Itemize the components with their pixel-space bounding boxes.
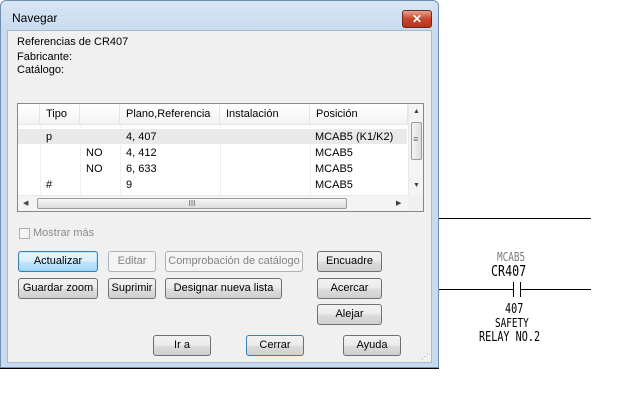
vertical-scrollbar[interactable]: ▲ ≡ ▼	[408, 104, 423, 195]
horizontal-scrollbar[interactable]: ◀ III ▶	[18, 195, 408, 211]
close-icon: ✕	[411, 12, 423, 26]
column-header-tipo[interactable]: Tipo	[40, 104, 80, 125]
desc-line-2: RELAY NO.2	[479, 330, 541, 345]
dialog-body: Referencias de CR407 Fabricante: Catálog…	[7, 30, 432, 363]
device-tag: CR407	[491, 262, 527, 280]
wire-top	[439, 218, 591, 219]
vertical-scroll-thumb[interactable]: ≡	[411, 122, 422, 160]
ref-number: 407	[505, 302, 524, 317]
scroll-down-icon[interactable]: ▼	[413, 182, 420, 189]
references-list[interactable]: Tipo Plano,Referencia Instalación Posici…	[17, 103, 424, 212]
cell-extra: NO	[86, 147, 103, 159]
show-more-checkbox[interactable]	[19, 228, 30, 239]
column-header-plano-referencia[interactable]: Plano,Referencia	[120, 104, 220, 125]
ayuda-button[interactable]: Ayuda	[343, 335, 401, 356]
cell-tipo: #	[46, 179, 53, 191]
cell-posicion: MCAB5	[315, 179, 353, 191]
cell-referencia: 6, 633	[126, 163, 157, 175]
cell-referencia: 4, 407	[126, 131, 157, 143]
desc-line-1: SAFETY	[495, 316, 529, 330]
cell-posicion: MCAB5 (K1/K2)	[315, 131, 394, 143]
editar-button[interactable]: Editar	[108, 251, 156, 272]
close-button[interactable]: ✕	[402, 10, 432, 28]
cerrar-button[interactable]: Cerrar	[246, 335, 304, 356]
table-row[interactable]: NO 4, 412 MCAB5	[18, 145, 407, 160]
ir-a-button[interactable]: Ir a	[153, 335, 211, 356]
grip-icon: ≡	[413, 134, 419, 144]
comprobacion-catalogo-button[interactable]: Comprobación de catálogo	[165, 251, 303, 272]
references-title: Referencias de CR407	[17, 36, 129, 48]
column-header-extra[interactable]	[80, 104, 120, 125]
cell-posicion: MCAB5	[315, 163, 353, 175]
suprimir-button[interactable]: Suprimir	[108, 278, 156, 299]
cell-tipo: p	[46, 131, 53, 143]
guardar-zoom-button[interactable]: Guardar zoom	[18, 278, 98, 299]
dialog-title: Navegar	[12, 11, 58, 25]
acercar-button[interactable]: Acercar	[317, 278, 382, 299]
column-header-posicion[interactable]: Posición	[310, 104, 408, 125]
wire-contact-right	[521, 289, 591, 290]
cell-referencia: 9	[126, 179, 133, 191]
contact-bar-left	[513, 282, 514, 297]
column-header-blank[interactable]	[18, 104, 40, 125]
resize-grip-icon[interactable]: ⋰	[421, 353, 430, 362]
scroll-left-icon[interactable]: ◀	[23, 199, 28, 207]
table-row[interactable]: # 9 MCAB5	[18, 177, 407, 192]
designar-nueva-lista-button[interactable]: Designar nueva lista	[165, 278, 282, 299]
column-header-instalacion[interactable]: Instalación	[220, 104, 310, 125]
manufacturer-label: Fabricante:	[17, 51, 73, 63]
scrollbar-corner	[408, 195, 423, 211]
grip-icon: III	[188, 199, 196, 208]
horizontal-scroll-thumb[interactable]: III	[37, 198, 347, 209]
table-row[interactable]: NO 6, 633 MCAB5	[18, 161, 407, 176]
actualizar-button[interactable]: Actualizar	[18, 251, 98, 272]
cell-extra: NO	[86, 163, 103, 175]
scroll-up-icon[interactable]: ▲	[413, 108, 420, 115]
scroll-right-icon[interactable]: ▶	[396, 199, 401, 207]
show-more-label: Mostrar más	[33, 227, 95, 239]
catalog-label: Catálogo:	[17, 64, 65, 76]
cell-posicion: MCAB5	[315, 147, 353, 159]
table-row[interactable]: p 4, 407 MCAB5 (K1/K2)	[18, 129, 407, 144]
alejar-button[interactable]: Alejar	[317, 304, 382, 325]
wire-bottom	[0, 368, 439, 369]
wire-contact-left	[439, 289, 513, 290]
title-bar[interactable]: Navegar ✕	[1, 1, 438, 31]
navegar-dialog: Navegar ✕ Referencias de CR407 Fabricant…	[0, 0, 439, 368]
encuadre-button[interactable]: Encuadre	[317, 251, 382, 272]
cell-referencia: 4, 412	[126, 147, 157, 159]
